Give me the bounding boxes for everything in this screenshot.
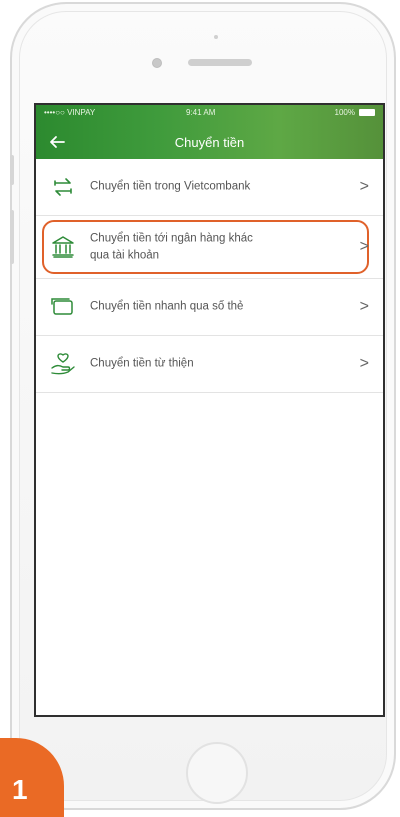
label-line-1: Chuyển tiền tới ngân hàng khác bbox=[90, 232, 253, 245]
chevron-right-icon: > bbox=[359, 238, 369, 255]
mute-switch bbox=[10, 155, 14, 185]
charity-hand-icon bbox=[51, 353, 75, 375]
status-time: 9:41 AM bbox=[186, 108, 216, 117]
front-camera bbox=[152, 58, 162, 68]
chevron-right-icon: > bbox=[359, 355, 369, 372]
menu-item-label: Chuyển tiền từ thiện bbox=[90, 357, 194, 370]
carrier-signal: ••••○○ VINPAY bbox=[44, 108, 96, 117]
menu-item-charity-transfer[interactable]: Chuyển tiền từ thiện > bbox=[36, 336, 383, 393]
card-icon bbox=[51, 298, 73, 315]
status-bar: ••••○○ VINPAY 9:41 AM 100% bbox=[36, 105, 383, 121]
step-number: 1 bbox=[12, 774, 28, 805]
menu-item-label: Chuyển tiền tới ngân hàng khác qua tài k… bbox=[90, 230, 343, 263]
app-screen: ••••○○ VINPAY 9:41 AM 100% Chuyển tiền C… bbox=[34, 103, 385, 717]
volume-up-button bbox=[10, 210, 14, 264]
menu-item-card-transfer[interactable]: Chuyển tiền nhanh qua số thẻ > bbox=[36, 279, 383, 336]
label-line-2: qua tài khoản bbox=[90, 249, 160, 261]
transfer-menu: Chuyển tiền trong Vietcombank > Chuyển t… bbox=[36, 159, 383, 393]
bank-icon bbox=[52, 236, 74, 258]
menu-item-label: Chuyển tiền nhanh qua số thẻ bbox=[90, 300, 244, 313]
app-header: ••••○○ VINPAY 9:41 AM 100% Chuyển tiền bbox=[36, 105, 383, 159]
home-button[interactable] bbox=[186, 742, 248, 804]
page-title: Chuyển tiền bbox=[174, 135, 245, 150]
chevron-right-icon: > bbox=[359, 298, 369, 315]
transfer-arrows-icon bbox=[54, 178, 72, 196]
speaker-grille bbox=[188, 59, 252, 66]
battery-icon bbox=[359, 109, 375, 116]
menu-item-interbank-transfer[interactable]: Chuyển tiền tới ngân hàng khác qua tài k… bbox=[36, 216, 383, 279]
menu-item-label: Chuyển tiền trong Vietcombank bbox=[90, 180, 251, 193]
camera-dot bbox=[214, 35, 218, 39]
battery-percent: 100% bbox=[334, 108, 355, 117]
menu-item-internal-transfer[interactable]: Chuyển tiền trong Vietcombank > bbox=[36, 159, 383, 216]
chevron-right-icon: > bbox=[359, 178, 369, 195]
